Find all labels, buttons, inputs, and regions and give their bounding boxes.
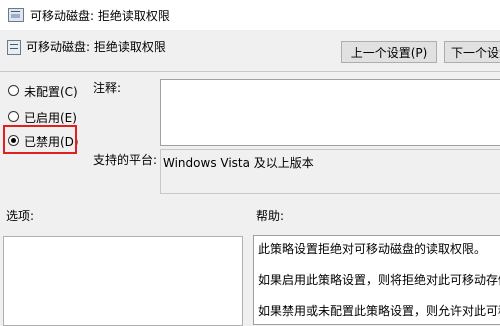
previous-setting-button[interactable]: 上一个设置(P) [341,41,437,63]
setting-title: 可移动磁盘: 拒绝读取权限 [26,40,166,54]
supported-platform-value: Windows Vista 及以上版本 [163,156,314,170]
help-label: 帮助: [256,209,285,223]
comment-textarea[interactable] [160,79,500,146]
policy-window-icon [8,8,24,22]
help-line-1: 此策略设置拒绝对可移动磁盘的读取权限。 [258,242,487,256]
help-line-2: 如果启用此策略设置，则将拒绝对此可移动存储类 [258,273,500,287]
selection-highlight-box [3,125,77,154]
help-pane: 此策略设置拒绝对可移动磁盘的读取权限。 如果启用此策略设置，则将拒绝对此可移动存… [253,235,500,325]
window-title: 可移动磁盘: 拒绝读取权限 [30,9,170,23]
options-pane [3,236,243,326]
radio-enabled-label[interactable]: 已启用(E) [24,109,77,126]
next-setting-button[interactable]: 下一个设置 [444,41,500,63]
header-divider [0,71,500,72]
title-bar: 可移动磁盘: 拒绝读取权限 [0,0,500,30]
supported-platform-label: 支持的平台: [93,153,158,167]
options-label: 选项: [6,209,35,223]
policy-setting-icon [7,40,21,55]
radio-not-configured-label[interactable]: 未配置(C) [24,83,78,100]
comment-label: 注释: [93,81,122,95]
radio-enabled-dot[interactable] [8,111,19,122]
radio-not-configured-dot[interactable] [8,85,19,96]
help-line-3: 如果禁用或未配置此策略设置，则允许对此可移动 [258,304,500,318]
